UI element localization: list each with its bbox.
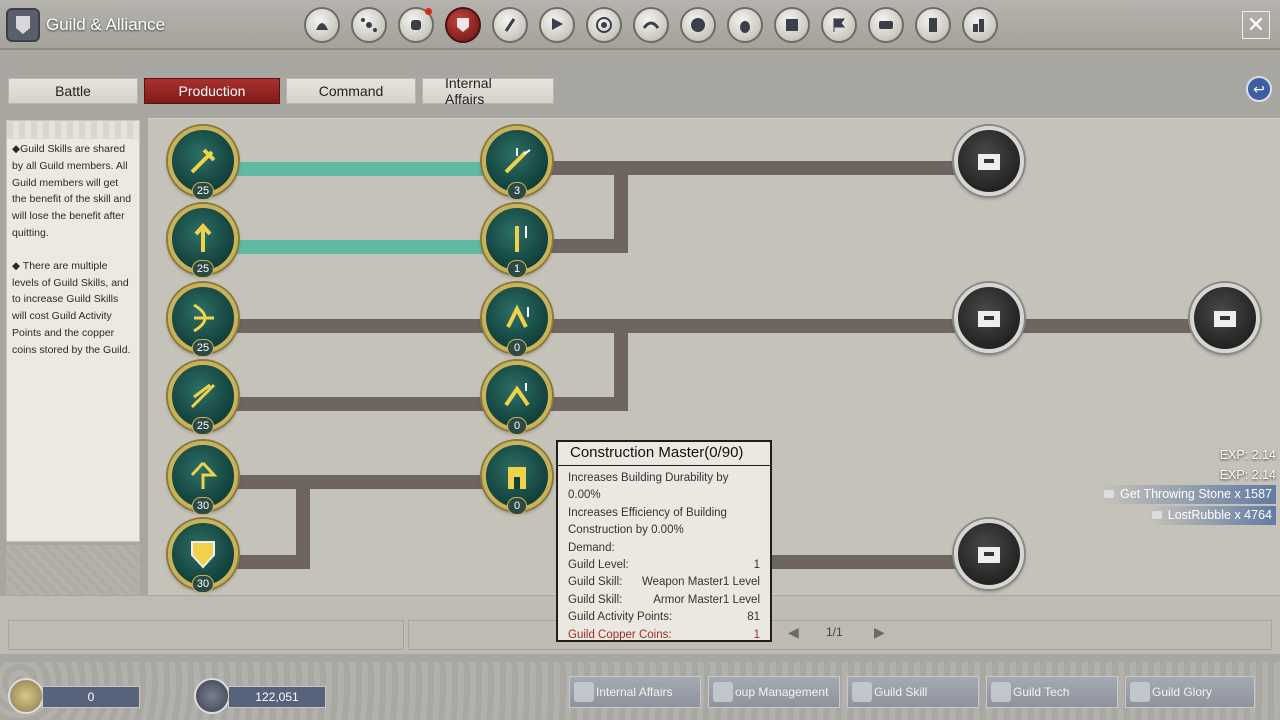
inactive-path	[236, 555, 302, 569]
reward-notice: Get Throwing Stone x 1587	[1100, 485, 1276, 504]
page-next-button[interactable]: ▶	[874, 624, 885, 641]
book-icon[interactable]	[774, 7, 810, 43]
info-text-2: ◆ There are multiple levels of Guild Ski…	[12, 259, 131, 356]
brush-icon[interactable]	[492, 7, 528, 43]
locked-skill-node[interactable]	[1190, 283, 1260, 353]
stone-icon	[1104, 490, 1115, 498]
inactive-path	[548, 161, 960, 175]
tab-command[interactable]: Command	[286, 78, 416, 104]
tooltip-demand: Demand:	[568, 541, 615, 554]
face-icon[interactable]	[680, 7, 716, 43]
network-icon[interactable]	[351, 7, 387, 43]
skill-node-axe[interactable]: 25	[168, 126, 238, 200]
silver-amount: 122,051	[228, 686, 326, 708]
active-path	[236, 162, 484, 176]
nav-internal-affairs[interactable]: Internal Affairs	[569, 676, 701, 708]
inactive-path	[236, 319, 1236, 333]
hand-icon[interactable]	[398, 7, 434, 43]
page-prev-button[interactable]: ◀	[788, 624, 799, 641]
page-indicator: 1/1	[826, 625, 843, 639]
nav-guild-skill[interactable]: Guild Skill	[847, 676, 979, 708]
helmet-icon[interactable]	[304, 7, 340, 43]
exp-text: EXP: 2.14	[1219, 448, 1276, 462]
notification-dot	[425, 8, 432, 15]
window-title: Guild & Alliance	[46, 15, 166, 34]
copper-amount: 0	[42, 686, 140, 708]
skill-node-axe-master[interactable]: 3	[482, 126, 552, 200]
requirement-row: Guild Skill: Weapon Master1 Level	[568, 576, 760, 589]
close-button[interactable]: ✕	[1242, 11, 1270, 39]
requirement-row: Guild Skill: Armor Master1 Level	[568, 593, 760, 606]
nav-guild-glory[interactable]: Guild Glory	[1125, 676, 1255, 708]
info-panel: ◆Guild Skills are shared by all Guild me…	[6, 120, 140, 542]
skill-node-cleaver[interactable]: 30	[168, 441, 238, 515]
skill-node-bow[interactable]: 25	[168, 283, 238, 357]
dragon-icon[interactable]	[633, 7, 669, 43]
tech-icon	[991, 682, 1011, 702]
copper-coin-icon	[8, 678, 44, 714]
tooltip-desc: Construction by 0.00%	[568, 524, 684, 537]
tab-battle[interactable]: Battle	[8, 78, 138, 104]
skill-node-spear-master[interactable]: 1	[482, 204, 552, 278]
exp-text: EXP: 2.14	[1219, 468, 1276, 482]
top-icon-bar	[304, 7, 998, 43]
strip-left-frame	[8, 620, 404, 650]
inactive-path	[614, 319, 628, 411]
active-path	[236, 240, 484, 254]
tooltip-title: Construction Master(0/90)	[558, 442, 770, 466]
glory-icon	[1130, 682, 1150, 702]
banner-icon[interactable]	[539, 7, 575, 43]
nav-guild-tech[interactable]: Guild Tech	[986, 676, 1118, 708]
skill-node-arrow-master[interactable]: 0	[482, 361, 552, 435]
skill-node-construction-master[interactable]: 0	[482, 441, 552, 515]
category-tabs: Battle Production Command Internal Affai…	[8, 75, 554, 107]
guild-emblem-tab-icon[interactable]	[445, 7, 481, 43]
inactive-path	[236, 397, 628, 411]
reward-notice: LostRubble x 4764	[1147, 506, 1276, 525]
flag-icon[interactable]	[821, 7, 857, 43]
skill-icon	[852, 682, 872, 702]
guild-emblem-icon	[6, 8, 40, 42]
gourd-icon[interactable]	[727, 7, 763, 43]
target-icon[interactable]	[586, 7, 622, 43]
scroll-icon[interactable]	[868, 7, 904, 43]
locked-skill-node[interactable]	[954, 126, 1024, 196]
silver-icon	[194, 678, 230, 714]
buildings-icon[interactable]	[962, 7, 998, 43]
tooltip-desc: Increases Building Durability by	[568, 472, 729, 484]
locked-skill-node[interactable]	[954, 283, 1024, 353]
inactive-path	[614, 161, 628, 253]
skill-tooltip: Construction Master(0/90) Increases Buil…	[556, 440, 772, 642]
skill-node-arrows[interactable]: 25	[168, 361, 238, 435]
locked-skill-node[interactable]	[954, 519, 1024, 589]
inactive-path	[296, 481, 310, 569]
rubble-icon	[1151, 511, 1162, 519]
nav-group-management[interactable]: oup Management	[708, 676, 840, 708]
requirement-row: Guild Level: 1	[568, 559, 760, 572]
tab-internal-affairs[interactable]: Internal Affairs	[422, 75, 554, 107]
ledger-icon	[574, 682, 594, 702]
inactive-path	[236, 475, 484, 489]
skill-node-spear[interactable]: 25	[168, 204, 238, 278]
requirement-row: Guild Activity Points: 81	[568, 611, 760, 624]
tab-production[interactable]: Production	[144, 78, 280, 104]
decorative-pattern	[6, 545, 140, 595]
tooltip-desc: Increases Efficiency of Building	[568, 506, 727, 519]
top-bar: Guild & Alliance ✕	[0, 0, 1280, 50]
tablet-icon[interactable]	[915, 7, 951, 43]
tooltip-desc: 0.00%	[568, 489, 601, 502]
copper-requirement-row: Guild Copper Coins: 1	[568, 628, 760, 641]
inactive-path	[768, 555, 960, 569]
info-panel-header	[7, 121, 139, 139]
title-block: Guild & Alliance	[0, 6, 200, 44]
info-text-1: ◆Guild Skills are shared by all Guild me…	[12, 143, 132, 239]
skill-node-shield[interactable]: 30	[168, 519, 238, 593]
return-icon[interactable]: ↩	[1246, 76, 1272, 102]
group-icon	[713, 682, 733, 702]
skill-node-bow-master[interactable]: 0	[482, 283, 552, 357]
